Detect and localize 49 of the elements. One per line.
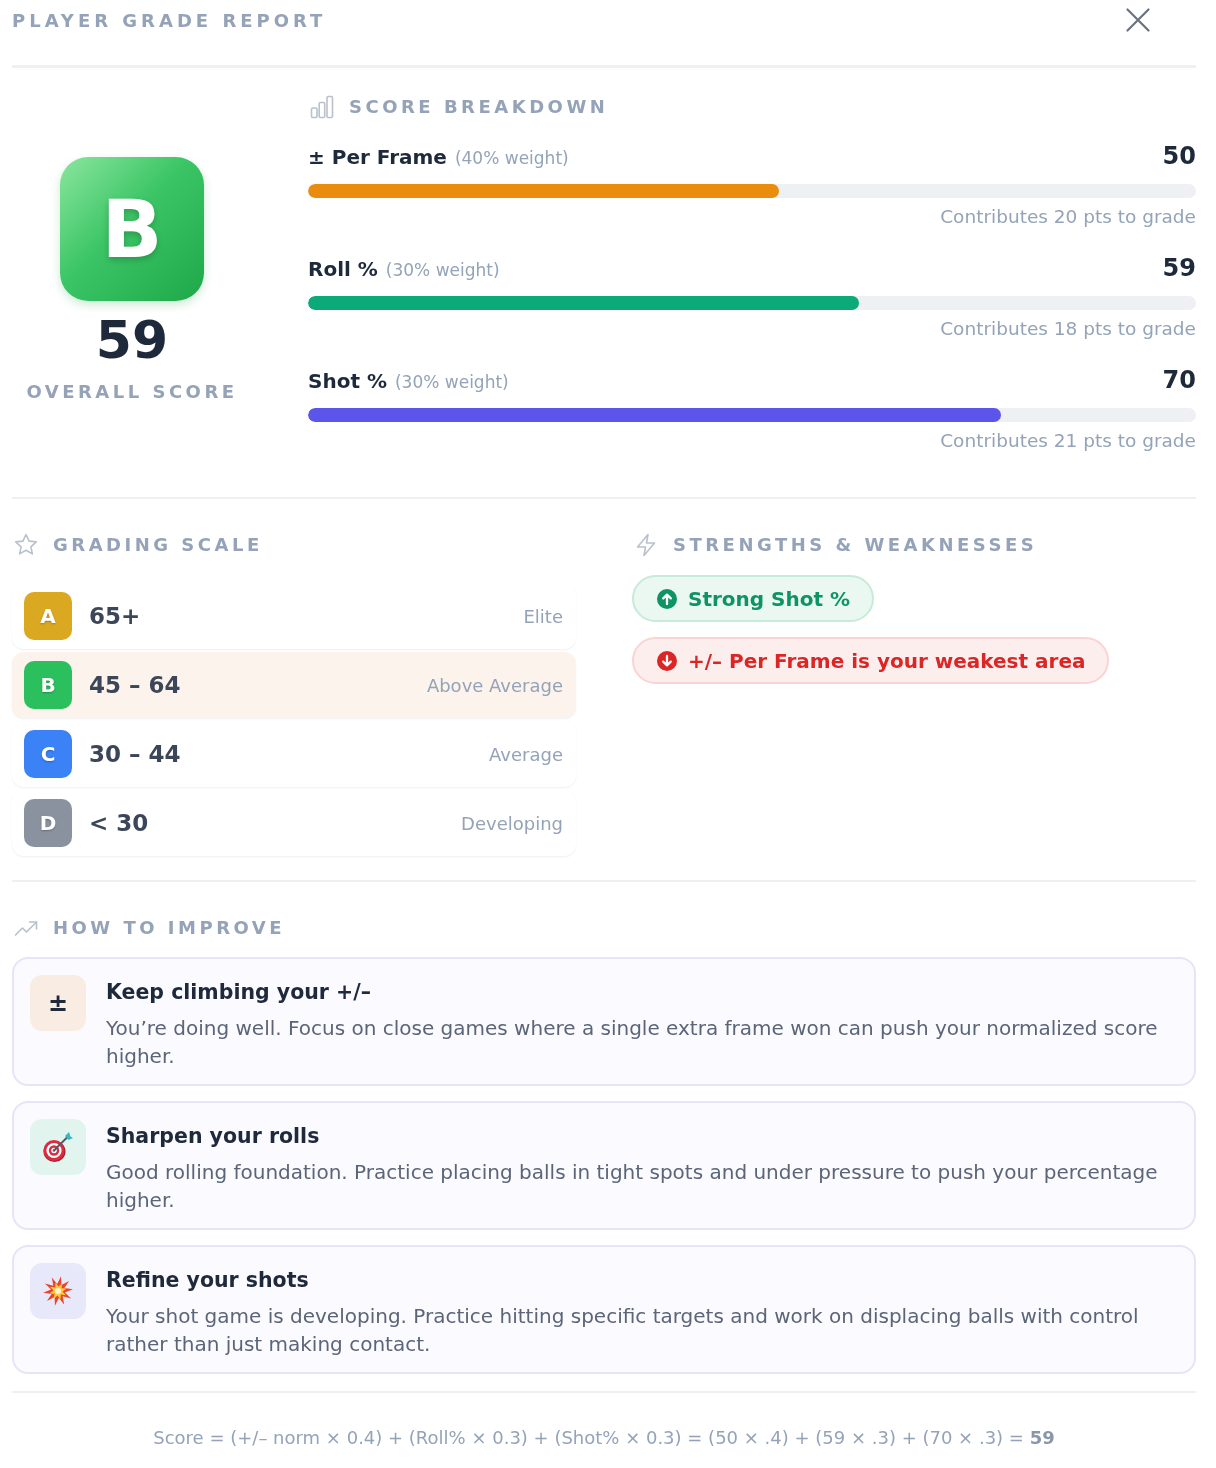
tip-text: Good rolling foundation. Practice placing balls in tight spots and under pressure to push your percentage higher.	[106, 1159, 1159, 1214]
contribution-note: Contributes 18 pts to grade	[940, 318, 1196, 340]
grade-badge: B	[60, 157, 204, 301]
score-formula: Score = (+/– norm × 0.4) + (Roll% × 0.3) + (Shot% × 0.3) = (50 × .4) + (59 × .3) + (70 × .3) = 59	[153, 1426, 1055, 1450]
metric-name: ± Per Frame	[308, 144, 447, 171]
overall-score: 59	[95, 312, 169, 368]
grade-range: 65+	[89, 603, 141, 629]
contribution-note: Contributes 20 pts to grade	[940, 206, 1196, 228]
metric-weight: (30% weight)	[385, 259, 500, 282]
section-heading: HOW TO IMPROVE	[53, 916, 286, 940]
metric-value: 50	[1162, 141, 1196, 171]
star-icon	[14, 533, 38, 557]
metric-value: 70	[1162, 365, 1196, 395]
metric-value: 59	[1162, 253, 1196, 283]
grade-range: 45 – 64	[89, 672, 181, 698]
close-button[interactable]	[1126, 8, 1150, 32]
grade-tile: C	[24, 730, 72, 778]
tip-title: Refine your shots	[106, 1267, 310, 1294]
grade-label: Elite	[523, 605, 563, 627]
section-heading: STRENGTHS & WEAKNESSES	[673, 533, 1038, 557]
tip-text: You’re doing well. Focus on close games where a single extra frame won can push your normalized score higher.	[106, 1015, 1159, 1070]
grade-label: Above Average	[426, 674, 563, 696]
contribution-note: Contributes 21 pts to grade	[940, 430, 1196, 452]
grade-tile: D	[24, 799, 72, 847]
section-heading: SCORE BREAKDOWN	[349, 95, 609, 119]
bar-chart-icon	[310, 95, 334, 119]
metric-weight: (30% weight)	[394, 371, 509, 394]
close-icon	[1126, 8, 1150, 32]
lightning-icon	[634, 533, 658, 557]
metric-weight: (40% weight)	[454, 147, 569, 170]
weakness-text: +/– Per Frame is your weakest area	[688, 648, 1086, 673]
grade-range: 30 – 44	[89, 741, 181, 767]
metric-name: Shot %	[308, 368, 387, 395]
metric-name: Roll %	[308, 256, 378, 283]
strength-text: Strong Shot %	[688, 586, 851, 611]
grade-tile: B	[24, 661, 72, 709]
report-title: PLAYER GRADE REPORT	[12, 10, 327, 32]
tip-title: Sharpen your rolls	[106, 1123, 321, 1150]
tip-title: Keep climbing your +/–	[106, 979, 373, 1006]
overall-score-label: OVERALL SCORE	[26, 380, 238, 404]
section-heading: GRADING SCALE	[53, 533, 263, 557]
grade-label: Developing	[461, 812, 563, 834]
grade-tile: A	[24, 592, 72, 640]
grade-label: Average	[489, 743, 563, 765]
tip-text: Your shot game is developing. Practice hitting specific targets and work on displacing balls with control rather than just making contact.	[106, 1303, 1140, 1358]
grade-range: < 30	[89, 810, 149, 836]
plus-minus-icon: ±	[30, 975, 86, 1031]
arrow-up-circle-icon	[657, 588, 677, 609]
arrow-down-circle-icon	[657, 650, 677, 671]
